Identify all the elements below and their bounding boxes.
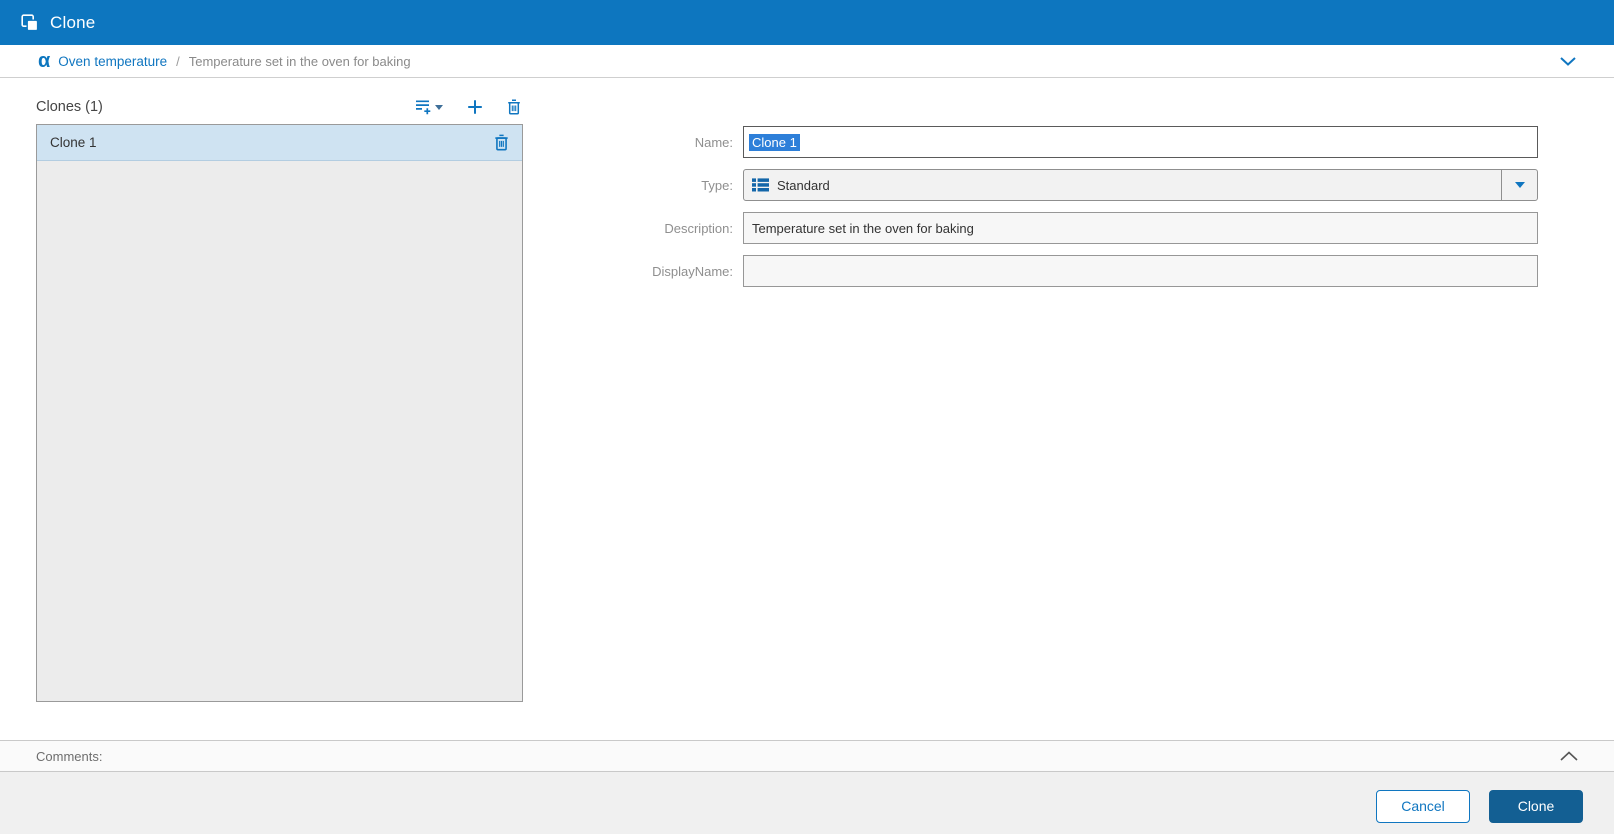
breadcrumb-separator: / — [176, 53, 180, 69]
trash-icon[interactable] — [505, 97, 523, 117]
title-bar: Clone — [0, 0, 1614, 45]
displayname-input[interactable] — [743, 255, 1538, 287]
type-dropdown[interactable]: Standard — [743, 169, 1538, 201]
type-dropdown-button[interactable] — [1501, 170, 1537, 200]
clone-button[interactable]: Clone — [1489, 789, 1583, 823]
cancel-button[interactable]: Cancel — [1376, 789, 1470, 823]
clone-item-label: Clone 1 — [50, 135, 97, 150]
dialog-footer: Cancel Clone — [0, 772, 1614, 834]
chevron-up-icon[interactable] — [1560, 751, 1578, 761]
clone-icon — [21, 13, 39, 32]
clone-dialog: Clone α Oven temperature / Temperature s… — [0, 0, 1614, 834]
add-items-icon[interactable] — [413, 97, 445, 117]
breadcrumb-root-link[interactable]: Oven temperature — [58, 54, 167, 69]
description-row: Description: — [600, 212, 1538, 244]
add-items-caret-icon — [435, 104, 443, 110]
breadcrumb-current: Temperature set in the oven for baking — [188, 53, 411, 69]
name-row: Name: Clone 1 — [600, 126, 1538, 158]
displayname-row: DisplayName: — [600, 255, 1538, 287]
type-value-text: Standard — [777, 177, 830, 193]
clones-list: Clone 1 — [36, 124, 523, 702]
trash-icon[interactable] — [494, 134, 509, 151]
comments-bar: Comments: — [0, 740, 1614, 772]
description-label: Description: — [664, 220, 733, 236]
chevron-down-icon — [1514, 182, 1525, 188]
chevron-down-icon[interactable] — [1560, 56, 1576, 66]
breadcrumb: α Oven temperature / Temperature set in … — [0, 45, 1614, 78]
type-label: Type: — [701, 177, 733, 193]
clones-toolbar — [413, 97, 523, 117]
list-item-clone-1[interactable]: Clone 1 — [37, 125, 522, 161]
name-input[interactable]: Clone 1 — [743, 126, 1538, 158]
alpha-icon: α — [38, 50, 51, 72]
comments-label: Comments: — [36, 748, 103, 764]
clones-panel-header: Clones (1) — [36, 94, 523, 120]
clone-form: Name: Clone 1 Type: Standard Description… — [600, 126, 1538, 298]
plus-icon[interactable] — [465, 97, 485, 117]
type-dropdown-value[interactable]: Standard — [744, 170, 1501, 200]
clones-panel-title: Clones (1) — [36, 99, 103, 115]
description-input[interactable] — [743, 212, 1538, 244]
standard-type-icon — [752, 178, 769, 192]
displayname-label: DisplayName: — [652, 263, 733, 279]
type-row: Type: Standard — [600, 169, 1538, 201]
name-selected-text: Clone 1 — [749, 133, 800, 151]
dialog-title: Clone — [50, 12, 96, 32]
name-label: Name: — [694, 134, 733, 150]
